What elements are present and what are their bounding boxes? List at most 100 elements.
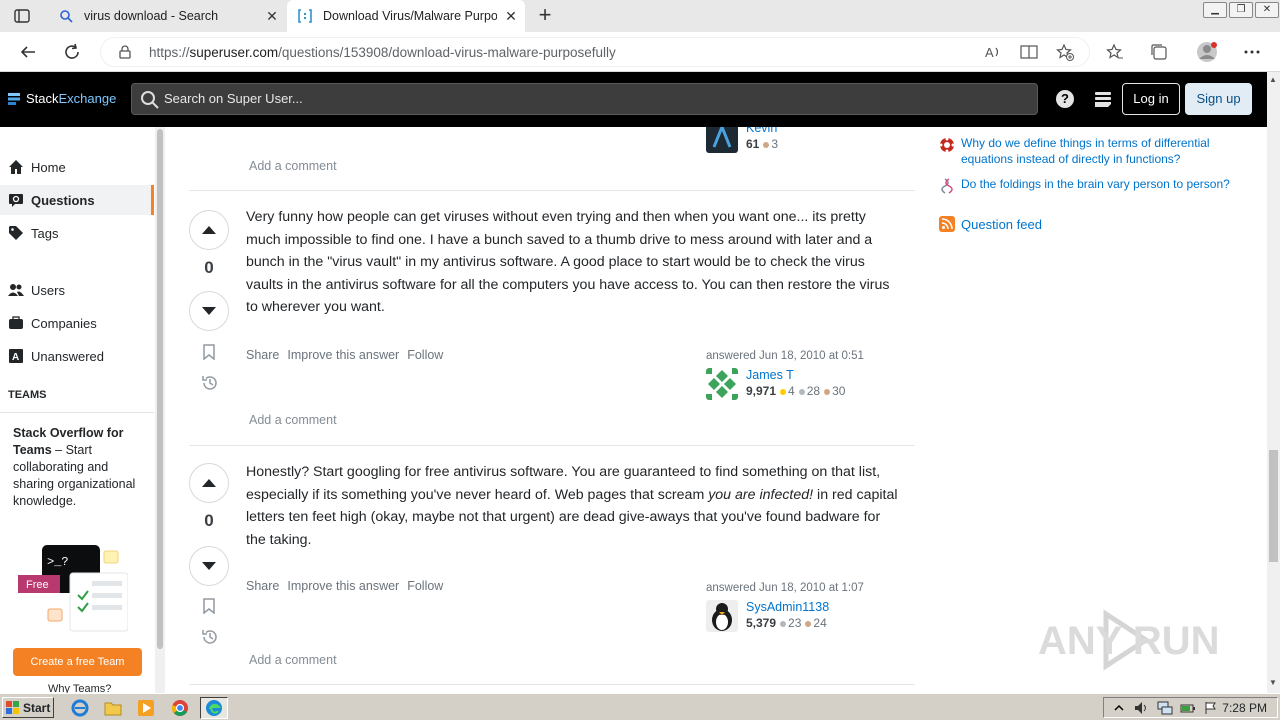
volume-icon[interactable] [1134, 700, 1150, 716]
url-field[interactable]: https://superuser.com/questions/153908/d… [100, 37, 1090, 67]
nav-label: Home [31, 159, 66, 175]
downvote-button[interactable] [189, 291, 229, 331]
user-name[interactable]: James T [746, 368, 845, 382]
stackexchange-logo[interactable]: Stack Exchange [8, 91, 116, 106]
upvote-button[interactable] [189, 463, 229, 503]
add-comment-link[interactable]: Add a comment [249, 413, 337, 427]
add-comment-link[interactable]: Add a comment [249, 653, 337, 667]
power-icon[interactable] [1180, 700, 1196, 716]
back-icon[interactable] [16, 40, 40, 64]
close-icon[interactable]: ✕ [497, 8, 525, 25]
collections-icon[interactable] [1148, 41, 1170, 63]
down-arrow-icon [202, 307, 216, 315]
clock[interactable]: 7:28 PM [1222, 701, 1267, 715]
scrollbar-thumb[interactable] [1269, 450, 1278, 562]
scrollbar-thumb[interactable] [157, 129, 163, 649]
start-label: Start [23, 700, 51, 715]
close-window-icon[interactable]: ✕ [1255, 2, 1279, 18]
hot-question-link[interactable]: Do the foldings in the brain vary person… [961, 176, 1230, 192]
immersive-reader-icon[interactable] [1018, 41, 1040, 63]
site-search-input[interactable] [164, 91, 964, 106]
nav-item-companies[interactable]: Companies [0, 308, 154, 338]
login-button[interactable]: Log in [1122, 83, 1180, 115]
chrome-icon[interactable] [166, 697, 194, 719]
avatar[interactable] [706, 127, 738, 153]
edge-icon[interactable] [200, 697, 228, 719]
upvote-button[interactable] [189, 210, 229, 250]
ie-icon[interactable] [66, 697, 94, 719]
improve-answer-link[interactable]: Improve this answer [287, 579, 399, 593]
teams-heading: TEAMS [8, 389, 47, 401]
bookmark-icon[interactable] [201, 344, 217, 361]
left-sidebar-scrollbar[interactable] [155, 127, 165, 693]
teams-prompt: >_? [47, 555, 69, 569]
scroll-up-icon[interactable]: ▲ [1269, 75, 1277, 84]
share-link[interactable]: Share [246, 579, 279, 593]
avatar[interactable] [706, 600, 738, 632]
tab-superuser[interactable]: Download Virus/Malware Purposefully ✕ [287, 0, 525, 32]
close-icon[interactable]: ✕ [258, 8, 286, 25]
downvote-button[interactable] [189, 546, 229, 586]
history-icon[interactable] [201, 374, 217, 390]
chevron-up-icon[interactable] [1111, 700, 1127, 716]
media-player-icon[interactable] [132, 697, 160, 719]
tab-search[interactable]: virus download - Search ✕ [48, 0, 286, 32]
hot-question-item[interactable]: Why do we define things in terms of diff… [939, 135, 1239, 167]
network-icon[interactable] [1157, 700, 1173, 716]
answer-divider [189, 684, 915, 685]
nav-item-unanswered[interactable]: A Unanswered [0, 341, 154, 371]
previous-answer-user-card: Kevin 61 3 [706, 127, 778, 153]
teams-promo: Stack Overflow for Teams – Start collabo… [0, 412, 154, 693]
nav-item-home[interactable]: Home [0, 152, 154, 182]
profile-avatar-icon[interactable] [1196, 41, 1218, 63]
user-card: SysAdmin1138 5,379 23 24 [706, 600, 906, 632]
nav-item-questions[interactable]: Questions [0, 185, 154, 215]
user-reputation: 61 3 [746, 137, 779, 151]
more-menu-icon[interactable] [1241, 41, 1263, 63]
nav-item-users[interactable]: Users [0, 275, 154, 305]
answer-menu: Share Improve this answer Follow [246, 348, 443, 362]
site-switcher-icon[interactable] [1094, 90, 1112, 111]
start-button[interactable]: Start [2, 697, 54, 718]
user-name[interactable]: Kevin [746, 127, 778, 135]
add-comment-link[interactable]: Add a comment [249, 159, 337, 173]
hot-question-item[interactable]: Do the foldings in the brain vary person… [939, 176, 1239, 194]
refresh-icon[interactable] [60, 40, 84, 64]
user-reputation: 9,971 4 28 30 [746, 384, 846, 398]
improve-answer-link[interactable]: Improve this answer [287, 348, 399, 362]
new-tab-button[interactable]: + [534, 4, 556, 26]
history-icon[interactable] [201, 628, 217, 644]
avatar[interactable] [706, 368, 738, 400]
scroll-down-icon[interactable]: ▼ [1269, 678, 1277, 687]
lock-icon[interactable] [119, 45, 131, 62]
free-label: Free [26, 579, 49, 591]
create-free-team-button[interactable]: Create a free Team [13, 648, 142, 676]
tab-actions-icon[interactable] [12, 7, 32, 25]
follow-link[interactable]: Follow [407, 579, 443, 593]
nav-item-tags[interactable]: Tags [0, 218, 154, 248]
page-scrollbar[interactable]: ▲ ▼ [1267, 72, 1280, 693]
explorer-icon[interactable] [99, 697, 127, 719]
site-search-box[interactable] [131, 83, 1038, 115]
user-name[interactable]: SysAdmin1138 [746, 600, 829, 614]
help-icon[interactable]: ? [1056, 90, 1074, 108]
bookmark-icon[interactable] [201, 598, 217, 615]
question-feed-link[interactable]: Question feed [939, 216, 1042, 232]
favorites-icon[interactable] [1104, 41, 1126, 63]
share-link[interactable]: Share [246, 348, 279, 362]
read-aloud-icon[interactable]: A [982, 41, 1004, 63]
restore-icon[interactable]: ❐ [1229, 2, 1253, 18]
hot-question-link[interactable]: Why do we define things in terms of diff… [961, 135, 1239, 167]
minimize-icon[interactable]: ▁ [1203, 2, 1227, 18]
windows-taskbar: Start 7:28 PM [0, 693, 1280, 720]
signup-button[interactable]: Sign up [1185, 83, 1252, 115]
logo-text-accent: Exchange [58, 91, 117, 106]
rss-icon [939, 216, 955, 232]
search-icon [140, 90, 160, 113]
why-teams-link[interactable]: Why Teams? [48, 683, 111, 693]
teams-illustration: >_? Free [18, 545, 129, 635]
answer: 0 Very funny how people can get viruses … [189, 190, 915, 445]
follow-link[interactable]: Follow [407, 348, 443, 362]
add-favorite-icon[interactable] [1054, 41, 1076, 63]
flag-icon[interactable] [1203, 700, 1219, 716]
